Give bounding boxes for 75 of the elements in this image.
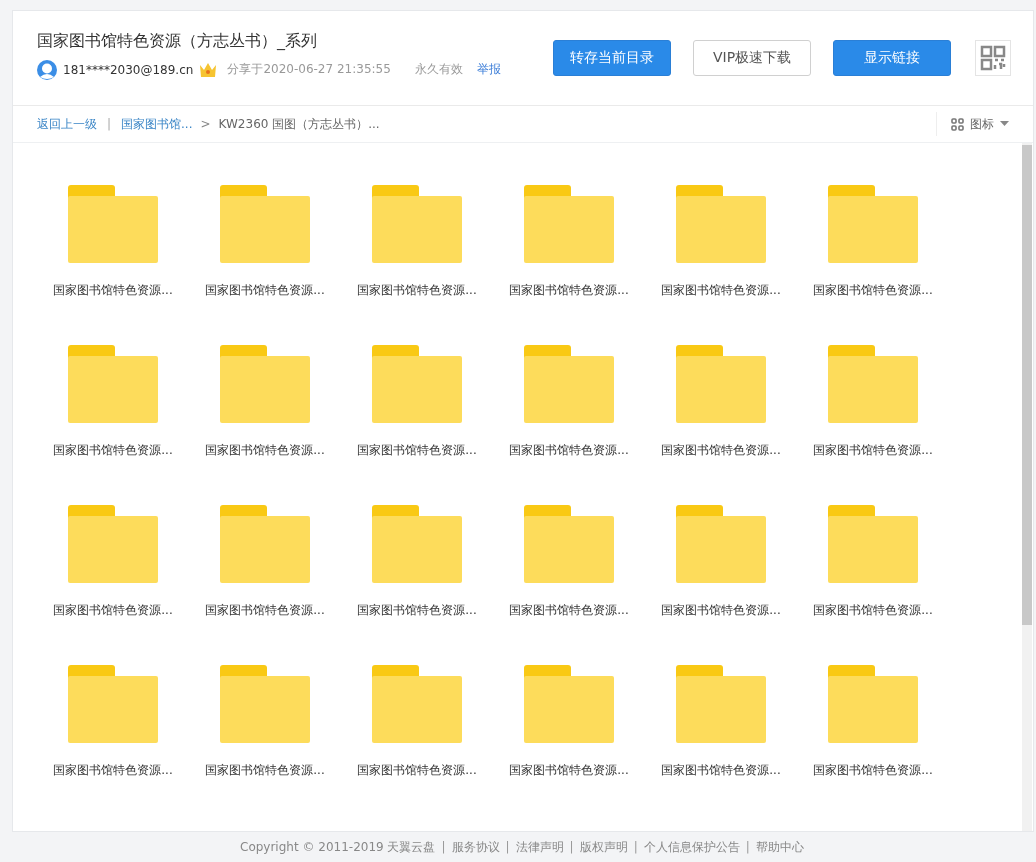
folder-icon	[828, 345, 918, 423]
folder-item[interactable]: 国家图书馆特色资源...	[37, 505, 189, 665]
grid-view-icon	[951, 117, 964, 131]
folder-icon	[676, 505, 766, 583]
folder-item[interactable]: 国家图书馆特色资源...	[797, 185, 949, 345]
folder-icon	[220, 185, 310, 263]
folder-icon	[220, 345, 310, 423]
folder-item[interactable]: 国家图书馆特色资源...	[37, 665, 189, 825]
action-button[interactable]: 转存当前目录	[553, 40, 671, 76]
folder-item[interactable]: 国家图书馆特色资源...	[493, 665, 645, 825]
folder-item[interactable]: 国家图书馆特色资源...	[189, 345, 341, 505]
validity-text: 永久有效	[414, 61, 463, 78]
share-title: 国家图书馆特色资源（方志丛书）_系列	[37, 30, 318, 52]
folder-icon	[676, 665, 766, 743]
folder-icon	[524, 185, 614, 263]
folder-icon	[828, 185, 918, 263]
folder-icon	[372, 185, 462, 263]
footer-separator: |	[505, 840, 510, 855]
folder-icon	[68, 665, 158, 743]
crown-icon	[199, 61, 218, 78]
folder-icon	[220, 505, 310, 583]
footer-separator: |	[745, 840, 750, 855]
folder-item[interactable]: 国家图书馆特色资源...	[37, 345, 189, 505]
view-mode-dropdown[interactable]: 图标	[936, 112, 1009, 136]
scrollbar[interactable]	[1022, 143, 1032, 832]
user-avatar-icon	[37, 59, 57, 80]
folder-item[interactable]: 国家图书馆特色资源...	[189, 665, 341, 825]
folder-item[interactable]: 国家图书馆特色资源...	[341, 185, 493, 345]
user-email: 181****2030@189.cn	[63, 62, 194, 77]
folder-icon	[676, 185, 766, 263]
copyright-text: Copyright © 2011-2019 天翼云盘	[240, 838, 436, 856]
back-link[interactable]: 返回上一级	[37, 115, 97, 133]
breadcrumb-link[interactable]: 国家图书馆...	[121, 115, 193, 133]
folder-icon	[68, 505, 158, 583]
footer-separator: |	[633, 840, 638, 855]
folder-item[interactable]: 国家图书馆特色资源...	[493, 185, 645, 345]
share-date: 分享于2020-06-27 21:35:55	[227, 61, 391, 78]
qr-code-button[interactable]	[975, 40, 1011, 76]
folder-icon	[372, 505, 462, 583]
folder-item[interactable]: 国家图书馆特色资源...	[341, 345, 493, 505]
folder-icon	[524, 505, 614, 583]
folder-icon	[828, 665, 918, 743]
breadcrumb-current: KW2360 国图（方志丛书）...	[218, 115, 380, 133]
folder-icon	[372, 345, 462, 423]
action-button[interactable]: VIP极速下载	[693, 40, 811, 76]
folder-icon	[524, 345, 614, 423]
folder-item[interactable]: 国家图书馆特色资源...	[493, 345, 645, 505]
folder-item[interactable]: 国家图书馆特色资源...	[189, 185, 341, 345]
folder-item[interactable]: 国家图书馆特色资源...	[189, 505, 341, 665]
folder-item[interactable]: 国家图书馆特色资源...	[797, 345, 949, 505]
folder-item[interactable]: 国家图书馆特色资源...	[645, 185, 797, 345]
breadcrumb-divider: |	[107, 117, 112, 131]
folder-item[interactable]: 国家图书馆特色资源...	[797, 505, 949, 665]
folder-item[interactable]: 国家图书馆特色资源...	[797, 665, 949, 825]
caret-icon	[1000, 121, 1009, 127]
folder-icon	[68, 185, 158, 263]
folder-icon	[828, 505, 918, 583]
folder-icon	[220, 665, 310, 743]
folder-item[interactable]: 国家图书馆特色资源...	[493, 505, 645, 665]
folder-item[interactable]: 国家图书馆特色资源...	[37, 185, 189, 345]
footer-separator: |	[441, 840, 446, 855]
folder-item[interactable]: 国家图书馆特色资源...	[645, 665, 797, 825]
report-link[interactable]: 举报	[476, 61, 501, 78]
folder-item[interactable]: 国家图书馆特色资源...	[341, 505, 493, 665]
footer-separator: |	[569, 840, 574, 855]
folder-icon	[68, 345, 158, 423]
qr-code-icon	[980, 45, 1006, 71]
folder-item[interactable]: 国家图书馆特色资源...	[645, 345, 797, 505]
folder-icon	[524, 665, 614, 743]
action-button[interactable]: 显示链接	[833, 40, 951, 76]
folder-icon	[676, 345, 766, 423]
breadcrumb-separator: >	[200, 117, 211, 131]
folder-item[interactable]: 国家图书馆特色资源...	[341, 665, 493, 825]
folder-item[interactable]: 国家图书馆特色资源...	[645, 505, 797, 665]
folder-icon	[372, 665, 462, 743]
